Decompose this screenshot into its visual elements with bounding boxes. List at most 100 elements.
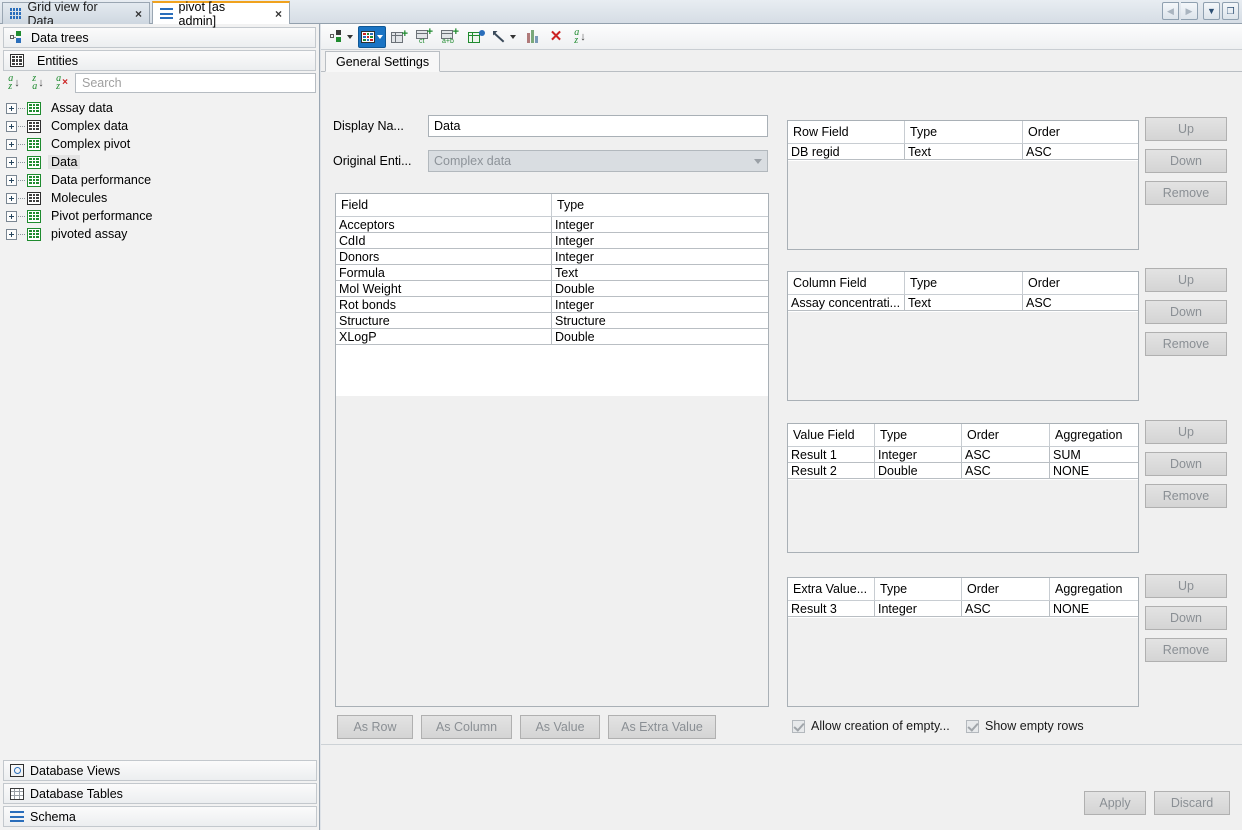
column-header-type[interactable]: Type bbox=[875, 578, 962, 600]
tree-item-pivot-performance[interactable]: Pivot performance bbox=[6, 207, 319, 225]
table-row[interactable]: Result 3 Integer ASC NONE bbox=[788, 601, 1138, 617]
add-entity-tool-button[interactable]: + bbox=[388, 26, 411, 48]
expand-icon[interactable] bbox=[6, 193, 17, 204]
tab-general-settings[interactable]: General Settings bbox=[325, 51, 440, 72]
chevron-down-icon[interactable] bbox=[347, 35, 353, 39]
value-field-up-button[interactable]: Up bbox=[1145, 420, 1227, 444]
column-header-aggregation[interactable]: Aggregation bbox=[1050, 424, 1138, 446]
table-row[interactable]: Rot bonds Integer bbox=[336, 297, 768, 313]
tree-item-pivoted-assay[interactable]: pivoted assay bbox=[6, 225, 319, 243]
show-empty-rows-checkbox-row[interactable]: Show empty rows bbox=[966, 719, 1084, 733]
close-icon[interactable]: × bbox=[135, 7, 142, 21]
value-field-table[interactable]: Value Field Type Order Aggregation Resul… bbox=[787, 423, 1139, 553]
column-header-aggregation[interactable]: Aggregation bbox=[1050, 578, 1138, 600]
discard-button[interactable]: Discard bbox=[1154, 791, 1230, 815]
allow-empty-checkbox-row[interactable]: Allow creation of empty... bbox=[792, 719, 950, 733]
tree-item-data[interactable]: Data bbox=[6, 153, 319, 171]
table-row[interactable]: Assay concentrati... Text ASC bbox=[788, 295, 1138, 311]
previous-tab-button[interactable]: ◀ bbox=[1162, 2, 1179, 20]
tree-item-complex-pivot[interactable]: Complex pivot bbox=[6, 135, 319, 153]
sidebar-section-schema[interactable]: Schema bbox=[3, 806, 317, 827]
sort-ascending-button[interactable]: az ↓ bbox=[3, 73, 25, 92]
as-row-button[interactable]: As Row bbox=[337, 715, 413, 739]
expand-icon[interactable] bbox=[6, 175, 17, 186]
column-field-down-button[interactable]: Down bbox=[1145, 300, 1227, 324]
table-row[interactable]: Structure Structure bbox=[336, 313, 768, 329]
column-field-table[interactable]: Column Field Type Order Assay concentrat… bbox=[787, 271, 1139, 401]
expand-icon[interactable] bbox=[6, 157, 17, 168]
chevron-down-icon[interactable] bbox=[377, 35, 383, 39]
table-row[interactable]: Mol Weight Double bbox=[336, 281, 768, 297]
expand-icon[interactable] bbox=[6, 211, 17, 222]
display-name-input[interactable]: Data bbox=[428, 115, 768, 137]
table-row[interactable]: XLogP Double bbox=[336, 329, 768, 345]
column-header-order[interactable]: Order bbox=[1023, 272, 1138, 294]
restore-window-button[interactable]: ❐ bbox=[1222, 2, 1239, 20]
tab-list-dropdown-button[interactable]: ▼ bbox=[1203, 2, 1220, 20]
expand-icon[interactable] bbox=[6, 229, 17, 240]
table-row[interactable]: Result 2 Double ASC NONE bbox=[788, 463, 1138, 479]
extra-value-down-button[interactable]: Down bbox=[1145, 606, 1227, 630]
next-tab-button[interactable]: ▶ bbox=[1181, 2, 1198, 20]
show-empty-rows-checkbox[interactable] bbox=[966, 720, 979, 733]
expand-icon[interactable] bbox=[6, 139, 17, 150]
extra-value-field-table[interactable]: Extra Value... Type Order Aggregation Re… bbox=[787, 577, 1139, 707]
column-header-extra-value-field[interactable]: Extra Value... bbox=[788, 578, 875, 600]
column-header-row-field[interactable]: Row Field bbox=[788, 121, 905, 143]
sidebar-section-database-views[interactable]: Database Views bbox=[3, 760, 317, 781]
tree-item-complex-data[interactable]: Complex data bbox=[6, 117, 319, 135]
original-entity-select[interactable]: Complex data bbox=[428, 150, 768, 172]
value-field-remove-button[interactable]: Remove bbox=[1145, 484, 1227, 508]
expand-icon[interactable] bbox=[6, 103, 17, 114]
table-row[interactable]: Acceptors Integer bbox=[336, 217, 768, 233]
row-field-remove-button[interactable]: Remove bbox=[1145, 181, 1227, 205]
column-header-column-field[interactable]: Column Field bbox=[788, 272, 905, 294]
clear-sort-button[interactable]: az × bbox=[51, 73, 73, 92]
sort-tool-button[interactable]: az ↓ bbox=[569, 26, 591, 48]
relation-tool-button[interactable] bbox=[490, 26, 519, 48]
sort-descending-button[interactable]: za ↓ bbox=[27, 73, 49, 92]
column-header-type[interactable]: Type bbox=[905, 272, 1023, 294]
extra-value-remove-button[interactable]: Remove bbox=[1145, 638, 1227, 662]
as-column-button[interactable]: As Column bbox=[421, 715, 512, 739]
table-row[interactable]: DB regid Text ASC bbox=[788, 144, 1138, 160]
add-calculated-tool-button[interactable]: + ct bbox=[413, 26, 436, 48]
table-row[interactable]: CdId Integer bbox=[336, 233, 768, 249]
column-header-order[interactable]: Order bbox=[962, 578, 1050, 600]
table-row[interactable]: Result 1 Integer ASC SUM bbox=[788, 447, 1138, 463]
add-formula-tool-button[interactable]: + a+b bbox=[438, 26, 463, 48]
entity-grid-tool-button[interactable] bbox=[358, 26, 386, 48]
column-header-type[interactable]: Type bbox=[875, 424, 962, 446]
tree-item-data-performance[interactable]: Data performance bbox=[6, 171, 319, 189]
row-field-table[interactable]: Row Field Type Order DB regid Text ASC bbox=[787, 120, 1139, 250]
sidebar-section-database-tables[interactable]: Database Tables bbox=[3, 783, 317, 804]
row-field-down-button[interactable]: Down bbox=[1145, 149, 1227, 173]
tree-item-assay-data[interactable]: Assay data bbox=[6, 99, 319, 117]
allow-empty-checkbox[interactable] bbox=[792, 720, 805, 733]
column-header-type[interactable]: Type bbox=[552, 194, 768, 216]
add-pivot-tool-button[interactable] bbox=[465, 26, 488, 48]
tab-pivot-as-admin[interactable]: pivot [as admin] × bbox=[152, 1, 290, 24]
close-icon[interactable]: × bbox=[275, 7, 282, 21]
value-field-down-button[interactable]: Down bbox=[1145, 452, 1227, 476]
column-header-order[interactable]: Order bbox=[1023, 121, 1138, 143]
fields-table[interactable]: Field Type Acceptors Integer CdId Intege… bbox=[335, 193, 769, 707]
table-row[interactable]: Formula Text bbox=[336, 265, 768, 281]
row-field-up-button[interactable]: Up bbox=[1145, 117, 1227, 141]
sidebar-section-data-trees[interactable]: Data trees bbox=[3, 27, 316, 48]
apply-button[interactable]: Apply bbox=[1084, 791, 1146, 815]
expand-icon[interactable] bbox=[6, 121, 17, 132]
column-header-order[interactable]: Order bbox=[962, 424, 1050, 446]
chart-tool-button[interactable] bbox=[521, 26, 543, 48]
column-header-type[interactable]: Type bbox=[905, 121, 1023, 143]
chevron-down-icon[interactable] bbox=[510, 35, 516, 39]
column-header-value-field[interactable]: Value Field bbox=[788, 424, 875, 446]
column-field-remove-button[interactable]: Remove bbox=[1145, 332, 1227, 356]
tree-item-molecules[interactable]: Molecules bbox=[6, 189, 319, 207]
as-extra-value-button[interactable]: As Extra Value bbox=[608, 715, 716, 739]
column-header-field[interactable]: Field bbox=[336, 194, 552, 216]
data-tree-tool-button[interactable] bbox=[327, 26, 356, 48]
tab-grid-view-for-data[interactable]: Grid view for Data × bbox=[2, 2, 150, 24]
table-row[interactable]: Donors Integer bbox=[336, 249, 768, 265]
as-value-button[interactable]: As Value bbox=[520, 715, 600, 739]
